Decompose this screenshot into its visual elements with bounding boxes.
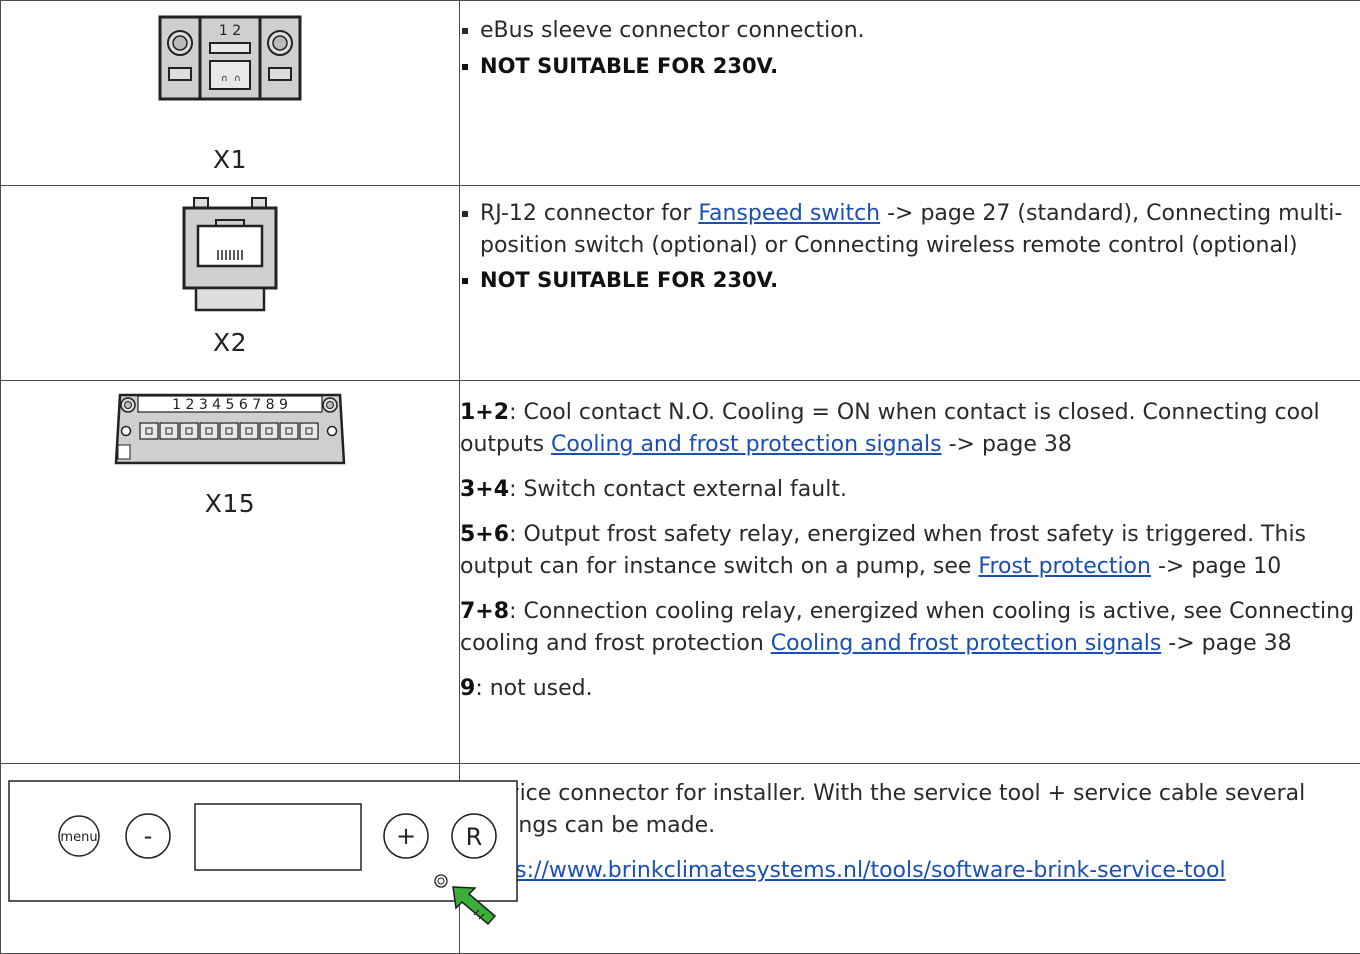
rj12-connector-icon bbox=[180, 196, 280, 314]
svg-text:∩: ∩ bbox=[221, 74, 228, 84]
x1-connector-icon: 1 2 ∩ ∩ bbox=[158, 15, 302, 111]
x1-warning: NOT SUITABLE FOR 230V. bbox=[460, 51, 1360, 83]
x2-bullet-text: RJ-12 connector for bbox=[480, 201, 698, 226]
pins-7-8-label: 7+8 bbox=[460, 599, 509, 624]
service-tool-url-para: https://www.brinkclimatesystems.nl/tools… bbox=[470, 855, 1357, 887]
row-x15: 1 2 3 4 5 6 7 8 9 bbox=[1, 381, 1360, 764]
menu-button-label: menu bbox=[60, 830, 97, 845]
display-screen bbox=[195, 804, 361, 870]
x2-warning: NOT SUITABLE FOR 230V. bbox=[460, 265, 1357, 297]
cooling-frost-signals-link-2[interactable]: Cooling and frost protection signals bbox=[771, 631, 1162, 656]
x1-pin-numbers: 1 2 bbox=[219, 23, 241, 39]
service-description-cell: Service connector for installer. With th… bbox=[460, 764, 1360, 954]
menu-button-icon: menu bbox=[59, 816, 99, 856]
minus-button-icon: - bbox=[126, 814, 170, 858]
x2-bullet: RJ-12 connector for Fanspeed switch -> p… bbox=[460, 198, 1357, 261]
pins-1-2-page: -> page 38 bbox=[942, 432, 1072, 457]
pins-5-6-label: 5+6 bbox=[460, 522, 509, 547]
x15-image-cell: 1 2 3 4 5 6 7 8 9 bbox=[1, 381, 460, 764]
x15-pin-9: 9: not used. bbox=[460, 673, 1357, 705]
row-x1: 1 2 ∩ ∩ X1 eBus sleeve connector connect… bbox=[1, 1, 1360, 186]
x15-pins-1-2: 1+2: Cool contact N.O. Cooling = ON when… bbox=[460, 397, 1357, 461]
x15-pins-3-4: 3+4: Switch contact external fault. bbox=[460, 474, 1357, 506]
x1-bullet: eBus sleeve connector connection. bbox=[460, 15, 1360, 47]
control-panel-illustration: menu - + R bbox=[1, 764, 521, 934]
pins-7-8-page: -> page 38 bbox=[1161, 631, 1291, 656]
service-panel-cell: menu - + R bbox=[1, 764, 460, 954]
pins-1-2-label: 1+2 bbox=[460, 400, 509, 425]
pins-3-4-label: 3+4 bbox=[460, 477, 509, 502]
x15-pins-7-8: 7+8: Connection cooling relay, energized… bbox=[460, 596, 1357, 660]
pin-9-text: : not used. bbox=[475, 676, 592, 701]
x15-pin-numbers: 1 2 3 4 5 6 7 8 9 bbox=[172, 397, 288, 413]
x15-pins-5-6: 5+6: Output frost safety relay, energize… bbox=[460, 519, 1357, 583]
plus-button-label: + bbox=[396, 822, 416, 850]
svg-text:∩: ∩ bbox=[234, 74, 241, 84]
reset-button-label: R bbox=[466, 823, 483, 851]
row-service: menu - + R bbox=[1, 764, 1360, 954]
x2-description-cell: RJ-12 connector for Fanspeed switch -> p… bbox=[460, 186, 1360, 381]
reset-button-icon: R bbox=[452, 814, 496, 858]
plus-button-icon: + bbox=[384, 814, 428, 858]
x1-image-cell: 1 2 ∩ ∩ X1 bbox=[1, 1, 460, 186]
x2-image-cell: X2 bbox=[1, 186, 460, 381]
pins-3-4-text: : Switch contact external fault. bbox=[509, 477, 847, 502]
pins-5-6-page: -> page 10 bbox=[1151, 554, 1281, 579]
row-x2: X2 RJ-12 connector for Fanspeed switch -… bbox=[1, 186, 1360, 381]
frost-protection-link[interactable]: Frost protection bbox=[978, 554, 1151, 579]
x2-label: X2 bbox=[1, 328, 459, 357]
fanspeed-switch-link[interactable]: Fanspeed switch bbox=[698, 201, 880, 226]
x15-description-cell: 1+2: Cool contact N.O. Cooling = ON when… bbox=[460, 381, 1360, 764]
connector-table: 1 2 ∩ ∩ X1 eBus sleeve connector connect… bbox=[0, 0, 1360, 954]
service-port-icon bbox=[435, 875, 447, 887]
x15-terminal-block-icon: 1 2 3 4 5 6 7 8 9 bbox=[112, 391, 348, 467]
pin-9-label: 9 bbox=[460, 676, 475, 701]
service-tool-link[interactable]: https://www.brinkclimatesystems.nl/tools… bbox=[470, 858, 1226, 883]
x1-label: X1 bbox=[1, 145, 459, 174]
minus-button-label: - bbox=[144, 822, 153, 850]
x1-description-cell: eBus sleeve connector connection. NOT SU… bbox=[460, 1, 1360, 186]
service-description: Service connector for installer. With th… bbox=[470, 778, 1357, 842]
cooling-frost-signals-link[interactable]: Cooling and frost protection signals bbox=[551, 432, 942, 457]
x15-label: X15 bbox=[1, 489, 459, 518]
